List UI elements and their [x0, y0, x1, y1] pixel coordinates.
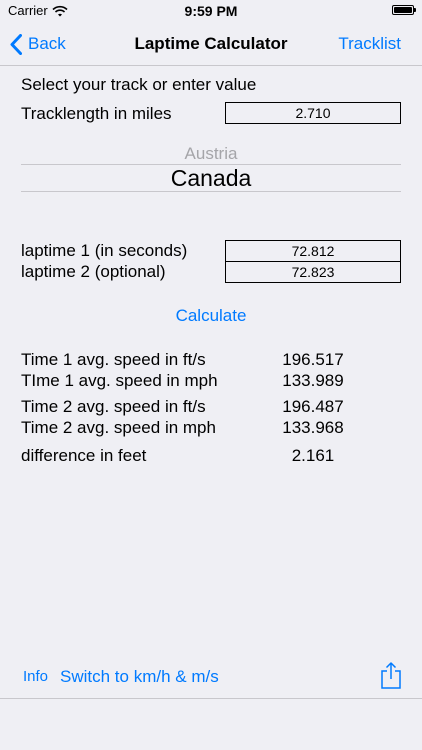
laptime2-label: laptime 2 (optional): [21, 262, 166, 281]
share-icon: [381, 662, 401, 689]
track-length-label: Tracklength in miles: [21, 104, 172, 123]
result-label: Time 1 avg. speed in ft/s: [21, 350, 206, 369]
laptime2-input[interactable]: [225, 261, 401, 283]
laptime1-input[interactable]: [225, 240, 401, 262]
navigation-bar: Back Laptime Calculator Tracklist: [0, 22, 422, 66]
info-button[interactable]: Info: [23, 668, 48, 685]
tracklist-button[interactable]: Tracklist: [338, 34, 401, 54]
bottom-divider: [0, 698, 422, 699]
calculate-button[interactable]: Calculate: [0, 306, 422, 326]
track-length-input[interactable]: [225, 102, 401, 124]
picker-divider-bottom: [21, 191, 401, 192]
share-button[interactable]: [380, 661, 402, 695]
battery-icon: [392, 5, 416, 15]
track-picker-item-prev[interactable]: Austria: [21, 144, 401, 164]
status-bar: Carrier 9:59 PM: [0, 0, 422, 22]
track-picker-item-selected[interactable]: Canada: [21, 165, 401, 192]
status-time: 9:59 PM: [184, 3, 238, 19]
result-label: Time 2 avg. speed in ft/s: [21, 397, 206, 416]
select-track-prompt: Select your track or enter value: [21, 75, 257, 94]
result-value: 196.517: [282, 350, 344, 369]
switch-units-button[interactable]: Switch to km/h & m/s: [60, 667, 219, 687]
result-value: 196.487: [282, 397, 344, 416]
laptime1-label: laptime 1 (in seconds): [21, 241, 188, 260]
result-value: 2.161: [291, 446, 335, 465]
result-value: 133.968: [282, 418, 344, 437]
result-label: Time 2 avg. speed in mph: [21, 418, 216, 437]
result-value: 133.989: [282, 371, 344, 390]
result-label: difference in feet: [21, 446, 147, 465]
result-label: TIme 1 avg. speed in mph: [21, 371, 218, 390]
